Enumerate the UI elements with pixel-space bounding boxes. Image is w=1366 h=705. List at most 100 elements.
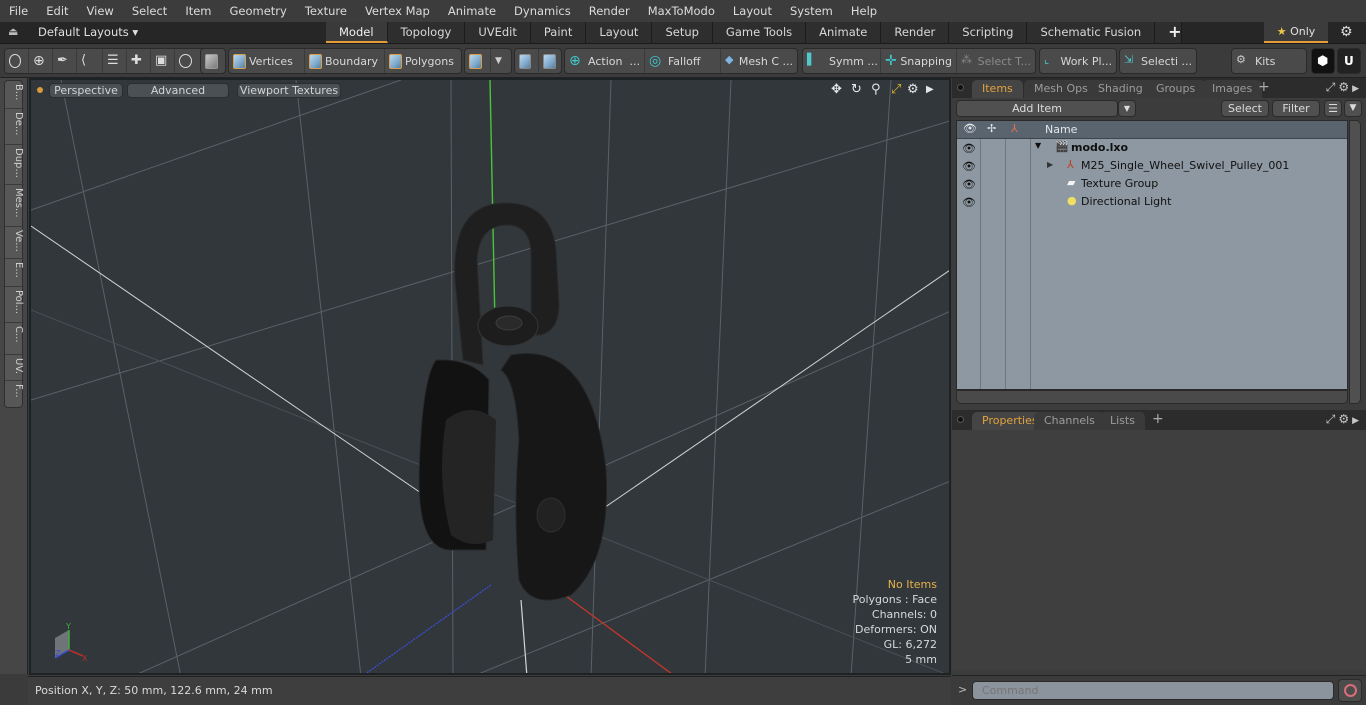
- menu-system[interactable]: System: [781, 4, 842, 18]
- tab-shading[interactable]: Shading: [1088, 80, 1153, 98]
- menu-edit[interactable]: Edit: [37, 4, 77, 18]
- left-tab-curve[interactable]: C...: [5, 323, 24, 355]
- panel-options-icon[interactable]: [957, 84, 964, 91]
- tree-row[interactable]: 👁 ▰ Texture Group: [957, 175, 1347, 193]
- visibility-eye-icon[interactable]: 👁: [962, 160, 976, 173]
- tab-channels[interactable]: Channels: [1034, 412, 1105, 430]
- unity-button[interactable]: ⬢: [1311, 48, 1335, 74]
- left-tab-vertex[interactable]: Ve...: [5, 227, 24, 259]
- collapse-arrow-icon[interactable]: ▼: [1035, 141, 1041, 150]
- menu-dynamics[interactable]: Dynamics: [505, 4, 580, 18]
- expand-arrow-icon[interactable]: ▶: [1047, 160, 1053, 169]
- align-button[interactable]: ☰: [103, 49, 127, 73]
- tab-scripting[interactable]: Scripting: [949, 22, 1028, 43]
- tab-paint[interactable]: Paint: [530, 22, 587, 43]
- pen-button[interactable]: ✒: [53, 49, 77, 73]
- expand-arrow-icon[interactable]: ▶: [926, 84, 934, 95]
- mesh-constraint-button[interactable]: ◆ Mesh C ...: [721, 49, 797, 73]
- pulley-model[interactable]: [418, 202, 608, 601]
- add-item-dropdown[interactable]: ▼: [1118, 100, 1136, 117]
- left-tab-uv[interactable]: UV.: [5, 355, 24, 381]
- maximize-icon[interactable]: ⤢: [891, 82, 901, 97]
- action-center-button[interactable]: [515, 49, 539, 73]
- polygons-button[interactable]: Polygons: [385, 49, 461, 73]
- tab-render[interactable]: Render: [881, 22, 950, 43]
- kits-button[interactable]: ⚙ Kits: [1232, 49, 1306, 73]
- tab-animate[interactable]: Animate: [806, 22, 882, 43]
- work-plane-button[interactable]: ⌞ Work Pl...: [1040, 49, 1116, 73]
- action-button[interactable]: ⊕ Action ...: [565, 49, 645, 73]
- left-tab-basic[interactable]: B...: [5, 81, 24, 109]
- viewport-options-icon[interactable]: [37, 87, 43, 93]
- select-through-button[interactable]: ⁂ Select T...: [957, 49, 1035, 73]
- panel-gear-icon[interactable]: ⚙: [1338, 80, 1352, 94]
- tree-row[interactable]: 👁 ● Directional Light: [957, 193, 1347, 211]
- 3d-viewport[interactable]: Perspective Advanced Viewport Textures ✥…: [29, 78, 951, 675]
- view-mode-button[interactable]: Perspective: [49, 83, 123, 98]
- add-panel-tab-icon[interactable]: +: [1258, 79, 1270, 95]
- menu-file[interactable]: File: [0, 4, 37, 18]
- viewport-textures-button[interactable]: Viewport Textures: [237, 83, 341, 98]
- material-dropdown-button[interactable]: ▼: [491, 49, 511, 73]
- material-mode-button[interactable]: [465, 49, 491, 73]
- menu-layout[interactable]: Layout: [724, 4, 781, 18]
- globe-button[interactable]: ⊕: [29, 49, 53, 73]
- only-button[interactable]: ★ Only: [1264, 22, 1328, 43]
- left-tab-deform[interactable]: De...: [5, 109, 24, 145]
- curve-button[interactable]: ⟨: [77, 49, 103, 73]
- action-axis-button[interactable]: [539, 49, 563, 73]
- menu-geometry[interactable]: Geometry: [221, 4, 296, 18]
- tree-vertical-scrollbar[interactable]: [1349, 120, 1361, 404]
- record-macro-button[interactable]: [1338, 679, 1362, 702]
- menu-view[interactable]: View: [78, 4, 123, 18]
- expand-icon[interactable]: ⤢: [1326, 412, 1339, 426]
- name-column-header[interactable]: Name: [1045, 123, 1077, 136]
- left-tab-fusion[interactable]: F...: [5, 381, 24, 409]
- rotate-icon[interactable]: ↻: [851, 82, 862, 97]
- snapping-button[interactable]: ✛ Snapping: [881, 49, 957, 73]
- tab-items[interactable]: Items: [972, 80, 1023, 98]
- left-tab-mesh-edit[interactable]: Mes...: [5, 185, 24, 227]
- unreal-button[interactable]: U: [1337, 48, 1361, 74]
- zoom-icon[interactable]: ⚲: [871, 82, 881, 97]
- falloff-button[interactable]: ◎ Falloff: [645, 49, 721, 73]
- menu-help[interactable]: Help: [842, 4, 886, 18]
- menu-maxtomodo[interactable]: MaxToModo: [639, 4, 724, 18]
- panel-options-icon[interactable]: [957, 416, 964, 423]
- gear-icon[interactable]: ⚙: [1340, 24, 1353, 40]
- visibility-eye-icon[interactable]: 👁: [962, 196, 976, 209]
- tab-setup[interactable]: Setup: [652, 22, 713, 43]
- menu-item[interactable]: Item: [176, 4, 220, 18]
- menu-animate[interactable]: Animate: [439, 4, 505, 18]
- tab-schematic-fusion[interactable]: Schematic Fusion: [1027, 22, 1156, 43]
- tab-lists[interactable]: Lists: [1100, 412, 1145, 430]
- viewport-gear-icon[interactable]: ⚙: [907, 82, 919, 97]
- left-tab-polygon[interactable]: Pol...: [5, 287, 24, 323]
- tree-row[interactable]: 👁 ▼ 🎬 modo.lxo: [957, 139, 1347, 157]
- visibility-eye-icon[interactable]: 👁: [962, 178, 976, 191]
- boundary-button[interactable]: Boundary: [305, 49, 385, 73]
- select-mode-button[interactable]: [5, 49, 29, 73]
- pan-icon[interactable]: ✥: [831, 82, 842, 97]
- tab-model[interactable]: Model: [326, 22, 388, 43]
- add-item-button[interactable]: Add Item: [956, 100, 1118, 117]
- tree-row[interactable]: 👁 ▶ ⅄ M25_Single_Wheel_Swivel_Pulley_001: [957, 157, 1347, 175]
- cross-button[interactable]: ✚: [127, 49, 151, 73]
- tree-horizontal-scrollbar[interactable]: [956, 390, 1348, 404]
- shading-mode-button[interactable]: Advanced: [127, 83, 229, 98]
- box-button[interactable]: ▣: [151, 49, 175, 73]
- panel-arrow-icon[interactable]: ▶: [1352, 416, 1362, 426]
- add-tab-button[interactable]: +: [1155, 22, 1183, 43]
- symmetry-button[interactable]: ▌ Symm ...: [803, 49, 881, 73]
- list-options-button[interactable]: ☰: [1324, 100, 1342, 117]
- command-input[interactable]: [972, 681, 1334, 700]
- tab-images[interactable]: Images: [1202, 80, 1263, 98]
- filter-button[interactable]: Filter: [1272, 100, 1320, 117]
- panel-gear-icon[interactable]: ⚙: [1338, 412, 1352, 426]
- visibility-eye-icon[interactable]: 👁: [962, 142, 976, 155]
- selection-sets-button[interactable]: ⇲ Selecti ...: [1120, 49, 1196, 73]
- menu-vertex-map[interactable]: Vertex Map: [356, 4, 439, 18]
- menu-select[interactable]: Select: [123, 4, 176, 18]
- layout-select[interactable]: Default Layouts ▾: [38, 25, 138, 39]
- tab-uvedit[interactable]: UVEdit: [465, 22, 531, 43]
